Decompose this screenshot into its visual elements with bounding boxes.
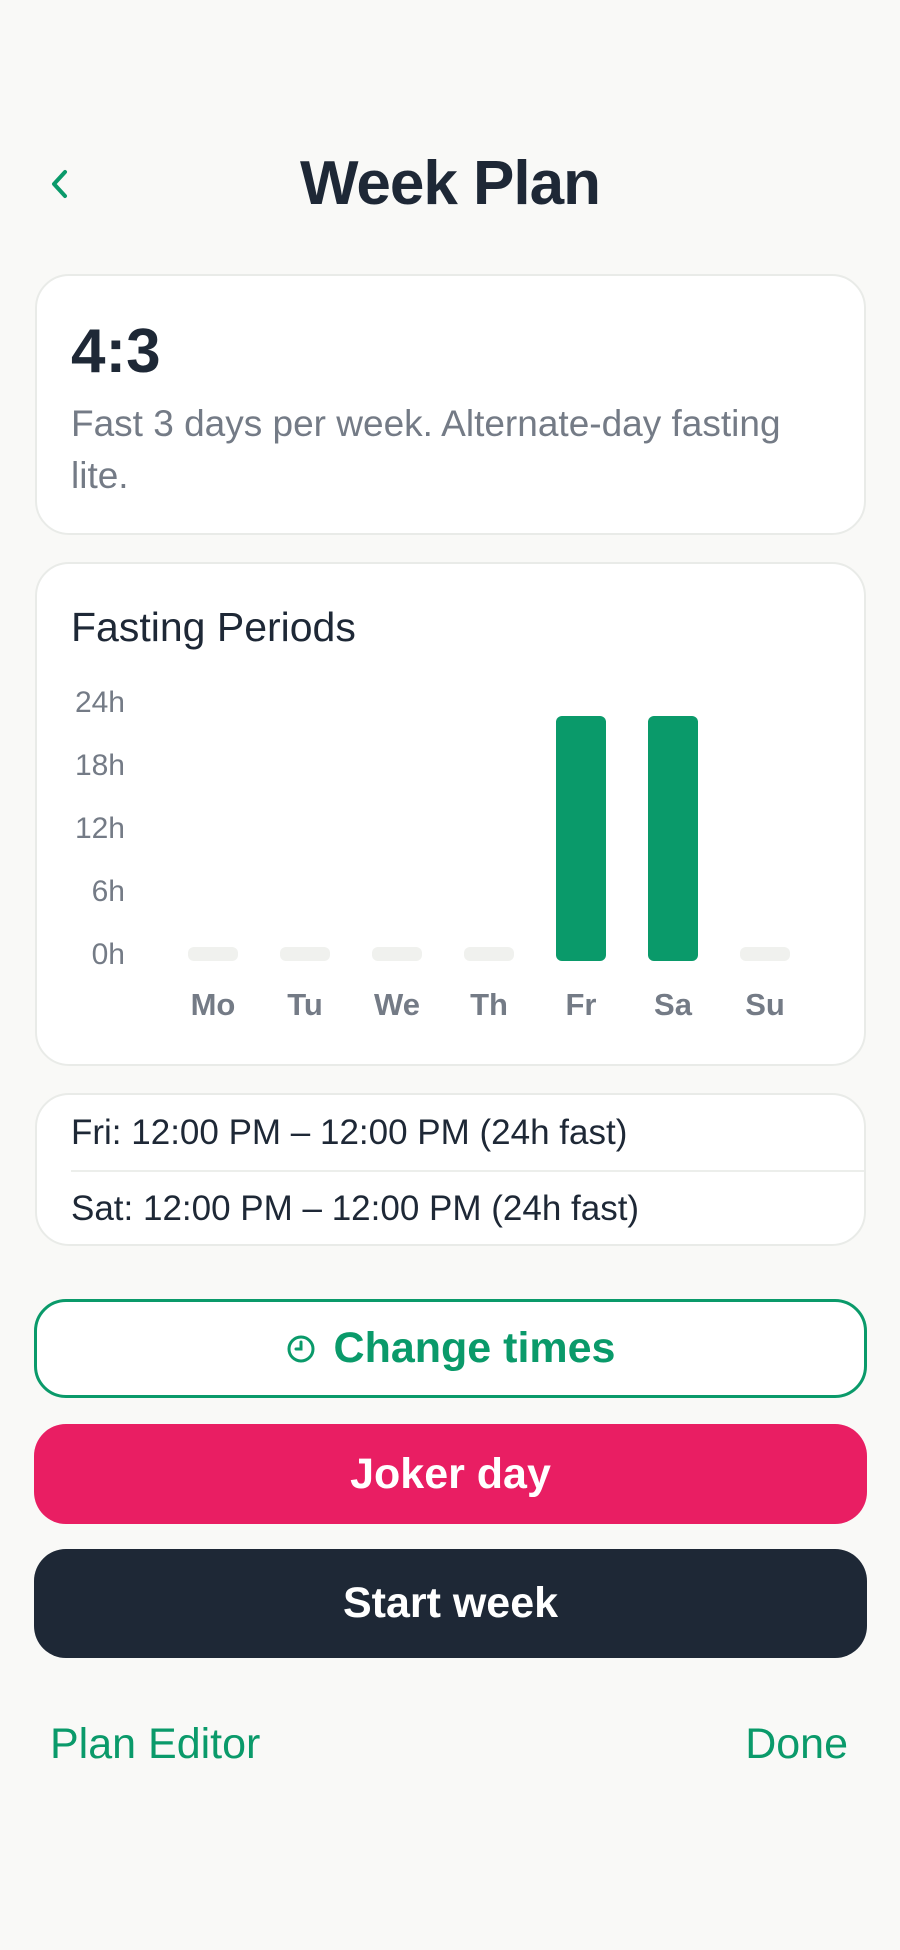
change-times-label: Change times xyxy=(333,1324,616,1372)
change-times-button[interactable]: Change times xyxy=(34,1299,867,1398)
x-tick-label: Tu xyxy=(287,987,323,1022)
done-link[interactable]: Done xyxy=(745,1720,848,1769)
x-tick-label: Th xyxy=(470,987,508,1022)
bar-th xyxy=(464,947,514,961)
plan-card: 4:3 Fast 3 days per week. Alternate-day … xyxy=(35,274,866,535)
y-tick-label: 12h xyxy=(75,812,125,845)
start-week-button[interactable]: Start week xyxy=(34,1549,867,1658)
x-tick-label: Mo xyxy=(191,987,236,1022)
y-tick-label: 24h xyxy=(75,686,125,719)
x-tick-label: Su xyxy=(745,987,785,1022)
page-title: Week Plan xyxy=(299,149,601,218)
period-row-sat: Sat: 12:00 PM – 12:00 PM (24h fast) xyxy=(71,1188,640,1228)
bar-tu xyxy=(280,947,330,961)
joker-day-button[interactable]: Joker day xyxy=(34,1424,867,1524)
bar-sa xyxy=(648,716,698,961)
x-tick-label: We xyxy=(374,987,420,1022)
x-tick-label: Sa xyxy=(654,987,693,1022)
y-tick-label: 0h xyxy=(92,938,125,971)
bar-mo xyxy=(188,947,238,961)
plan-ratio: 4:3 xyxy=(71,317,161,386)
plan-description: Fast 3 days per week. Alternate-day fast… xyxy=(71,403,781,496)
clock-icon xyxy=(286,1334,316,1364)
header: Week Plan xyxy=(0,140,900,230)
y-tick-label: 18h xyxy=(75,749,125,782)
plan-editor-link[interactable]: Plan Editor xyxy=(50,1720,260,1769)
bar-we xyxy=(372,947,422,961)
bar-su xyxy=(740,947,790,961)
bar-fr xyxy=(556,716,606,961)
fasting-periods-chart: 24h 18h 12h 6h 0h Mo Tu We Th Fr Sa Su xyxy=(75,686,790,1022)
fasting-periods-list: Fri: 12:00 PM – 12:00 PM (24h fast) Sat:… xyxy=(35,1093,866,1246)
joker-day-label: Joker day xyxy=(350,1449,551,1498)
y-tick-label: 6h xyxy=(92,875,125,908)
x-tick-label: Fr xyxy=(566,987,597,1022)
fasting-chart-card: Fasting Periods 24h 18h 12h 6h 0h Mo Tu We Th Fr S… xyxy=(35,562,866,1066)
period-row-fri: Fri: 12:00 PM – 12:00 PM (24h fast) xyxy=(71,1112,628,1152)
start-week-label: Start week xyxy=(342,1579,559,1627)
